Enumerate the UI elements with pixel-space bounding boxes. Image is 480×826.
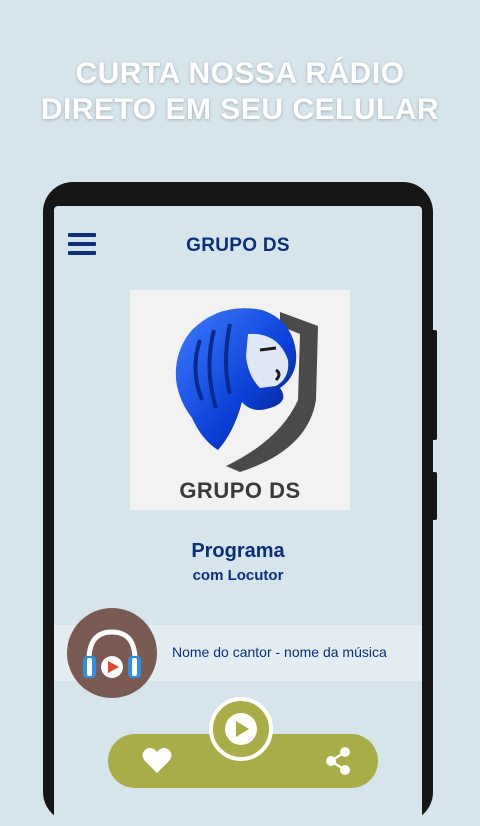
- station-logo: GRUPO DS: [130, 290, 350, 510]
- play-button[interactable]: [209, 697, 273, 761]
- program-subtitle: com Locutor: [192, 567, 284, 584]
- promo-header: CURTA NOSSA RÁDIO DIRETO EM SEU CELULAR: [0, 56, 480, 128]
- now-playing-track: Nome do cantor - nome da música: [172, 644, 387, 660]
- heart-icon[interactable]: [142, 747, 172, 775]
- phone-side-button: [432, 472, 437, 520]
- promo-line-1: CURTA NOSSA RÁDIO: [75, 57, 405, 90]
- promo-line-2: DIRETO EM SEU CELULAR: [40, 93, 440, 126]
- share-icon[interactable]: [324, 746, 352, 776]
- phone-side-button: [432, 330, 437, 440]
- app-screen: GRUPO DS GRUPO DS Programa com Locutor N…: [54, 206, 422, 826]
- phone-frame: GRUPO DS GRUPO DS Programa com Locutor N…: [43, 182, 437, 826]
- lion-shield-icon: [175, 308, 318, 472]
- headphones-icon: [67, 608, 157, 698]
- play-icon: [225, 713, 257, 745]
- logo-text: GRUPO DS: [179, 478, 301, 503]
- app-title: GRUPO DS: [186, 235, 290, 256]
- program-title: Programa: [191, 540, 285, 562]
